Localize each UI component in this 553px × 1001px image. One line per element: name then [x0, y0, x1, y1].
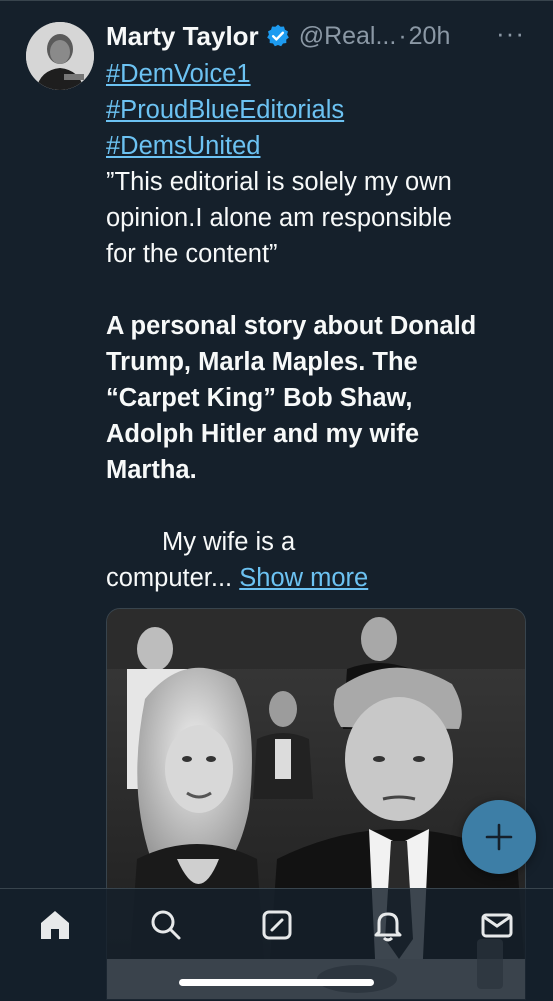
disclaimer-line: for the content” [106, 240, 278, 268]
headline-line: Martha. [106, 456, 197, 484]
messages-icon[interactable] [477, 905, 517, 945]
author-name[interactable]: Marty Taylor [106, 21, 259, 52]
separator-dot: · [398, 21, 407, 50]
author-handle[interactable]: @Real... [299, 22, 397, 51]
notifications-icon[interactable] [368, 905, 408, 945]
compose-icon[interactable] [257, 905, 297, 945]
disclaimer-line: ”This editorial is solely my own [106, 168, 452, 196]
avatar-photo [26, 22, 94, 90]
top-divider [0, 0, 553, 5]
more-options-icon[interactable]: ··· [496, 18, 525, 49]
home-indicator [179, 979, 374, 986]
search-icon[interactable] [146, 905, 186, 945]
tweet-header: Marty Taylor @Real... · 20h [106, 18, 533, 54]
tweet-body: #DemVoice1 #ProudBlueEditorials #DemsUni… [106, 56, 526, 596]
headline-line: Trump, Marla Maples. The [106, 348, 418, 376]
home-icon[interactable] [35, 905, 75, 945]
headline-line: Adolph Hitler and my wife [106, 420, 420, 448]
verified-badge-icon [266, 24, 289, 47]
hashtag-link[interactable]: #DemVoice1 [106, 56, 526, 92]
tweet-time[interactable]: 20h [409, 22, 451, 51]
paragraph-line: computer... Show more [106, 560, 526, 596]
hashtag-link[interactable]: #DemsUnited [106, 128, 526, 164]
compose-fab-button[interactable] [462, 800, 536, 874]
paragraph-line: My wife is a [162, 528, 296, 556]
plus-icon [485, 823, 513, 851]
hashtag-link[interactable]: #ProudBlueEditorials [106, 92, 526, 128]
truncated-text: computer... [106, 564, 233, 592]
show-more-link[interactable]: Show more [239, 564, 368, 592]
avatar[interactable] [26, 22, 94, 90]
headline-line: “Carpet King” Bob Shaw, [106, 384, 413, 412]
disclaimer-line: opinion.I alone am responsible [106, 204, 452, 232]
headline-line: A personal story about Donald [106, 312, 477, 340]
